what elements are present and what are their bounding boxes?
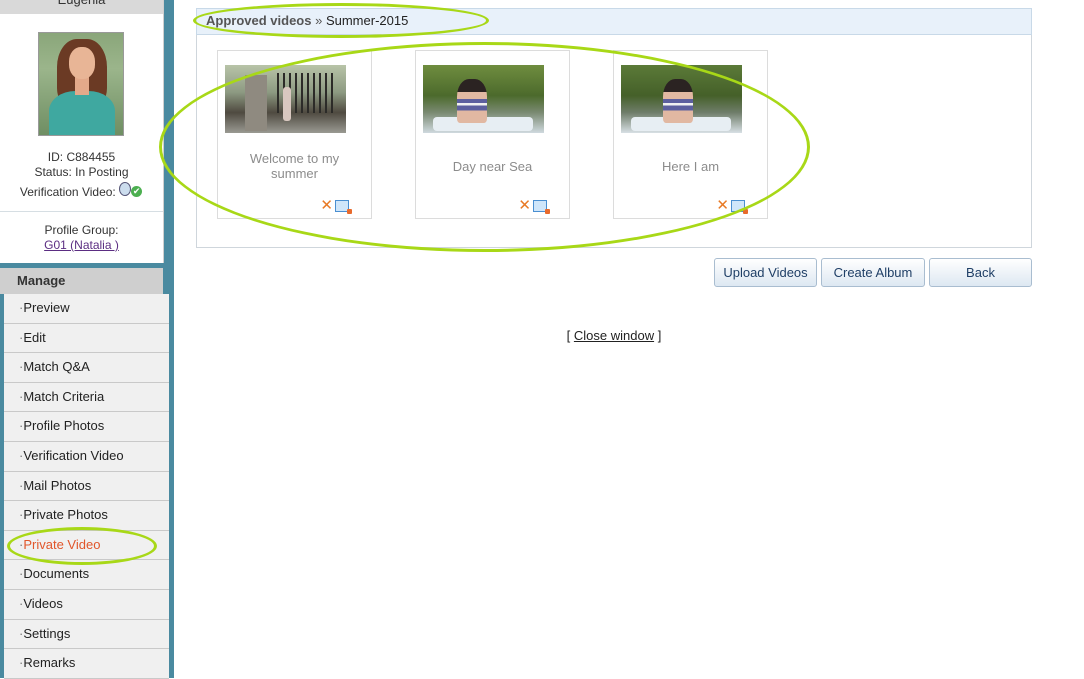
profile-group-link[interactable]: G01 (Natalia ) xyxy=(44,238,119,252)
upload-videos-button[interactable]: Upload Videos xyxy=(714,258,817,287)
video-card: Welcome to my summer ✕ xyxy=(217,50,372,219)
close-window-row: [ Close window ] xyxy=(0,328,1084,343)
profile-id: ID: C884455 xyxy=(47,150,116,164)
video-card: Day near Sea ✕ xyxy=(415,50,570,219)
video-title: Here I am xyxy=(661,159,720,174)
avatar[interactable] xyxy=(38,32,124,136)
verification-video-label: Verification Video: xyxy=(19,185,116,199)
menu-item-videos[interactable]: ·Videos xyxy=(4,589,169,620)
menu-item-match-qa[interactable]: ·Match Q&A xyxy=(4,353,169,383)
menu-item-remarks[interactable]: ·Remarks xyxy=(4,649,169,679)
edit-icon[interactable] xyxy=(731,200,748,214)
manage-menu: ·Preview ·Edit ·Match Q&A ·Match Criteri… xyxy=(4,294,169,679)
video-thumbnail[interactable] xyxy=(423,65,544,133)
menu-item-documents[interactable]: ·Documents xyxy=(4,560,169,590)
breadcrumb: Approved videos » Summer-2015 xyxy=(196,8,1032,35)
verification-video-row: Verification Video: ✔ xyxy=(0,181,163,200)
divider xyxy=(0,211,163,212)
breadcrumb-current: Summer-2015 xyxy=(325,13,409,28)
menu-item-mail-photos[interactable]: ·Mail Photos xyxy=(4,471,169,502)
delete-icon[interactable]: ✕ xyxy=(320,198,333,213)
menu-item-private-video[interactable]: ·Private Video xyxy=(4,530,169,561)
profile-status: Status: In Posting xyxy=(34,165,129,179)
profile-name: Eugenia xyxy=(0,0,163,14)
profile-group-label: Profile Group: xyxy=(44,223,119,237)
video-thumbnail[interactable] xyxy=(225,65,346,133)
edit-icon[interactable] xyxy=(335,200,352,214)
video-title: Day near Sea xyxy=(452,159,533,174)
video-thumbnail[interactable] xyxy=(621,65,742,133)
delete-icon[interactable]: ✕ xyxy=(518,198,531,213)
video-card: Here I am ✕ xyxy=(613,50,768,219)
menu-item-private-photos[interactable]: ·Private Photos xyxy=(4,501,169,531)
menu-item-verification-video[interactable]: ·Verification Video xyxy=(4,441,169,472)
menu-item-settings[interactable]: ·Settings xyxy=(4,619,169,650)
back-button[interactable]: Back xyxy=(929,258,1032,287)
close-window-link[interactable]: Close window xyxy=(574,328,654,343)
profile-card: Eugenia ID: C884455 Status: In Posting V… xyxy=(0,0,164,263)
delete-icon[interactable]: ✕ xyxy=(716,198,729,213)
video-title: Welcome to my summer xyxy=(249,151,340,181)
webcam-verified-icon[interactable]: ✔ xyxy=(119,181,143,200)
menu-item-preview[interactable]: ·Preview xyxy=(4,294,169,324)
bracket-open: [ xyxy=(566,328,571,343)
bracket-close: ] xyxy=(657,328,662,343)
menu-item-profile-photos[interactable]: ·Profile Photos xyxy=(4,412,169,442)
menu-item-match-criteria[interactable]: ·Match Criteria xyxy=(4,382,169,413)
breadcrumb-root[interactable]: Approved videos xyxy=(206,13,311,28)
breadcrumb-separator: » xyxy=(315,13,323,28)
create-album-button[interactable]: Create Album xyxy=(821,258,925,287)
manage-heading: Manage xyxy=(0,268,163,294)
profile-group-row: G01 (Natalia ) xyxy=(0,238,163,252)
edit-icon[interactable] xyxy=(533,200,550,214)
